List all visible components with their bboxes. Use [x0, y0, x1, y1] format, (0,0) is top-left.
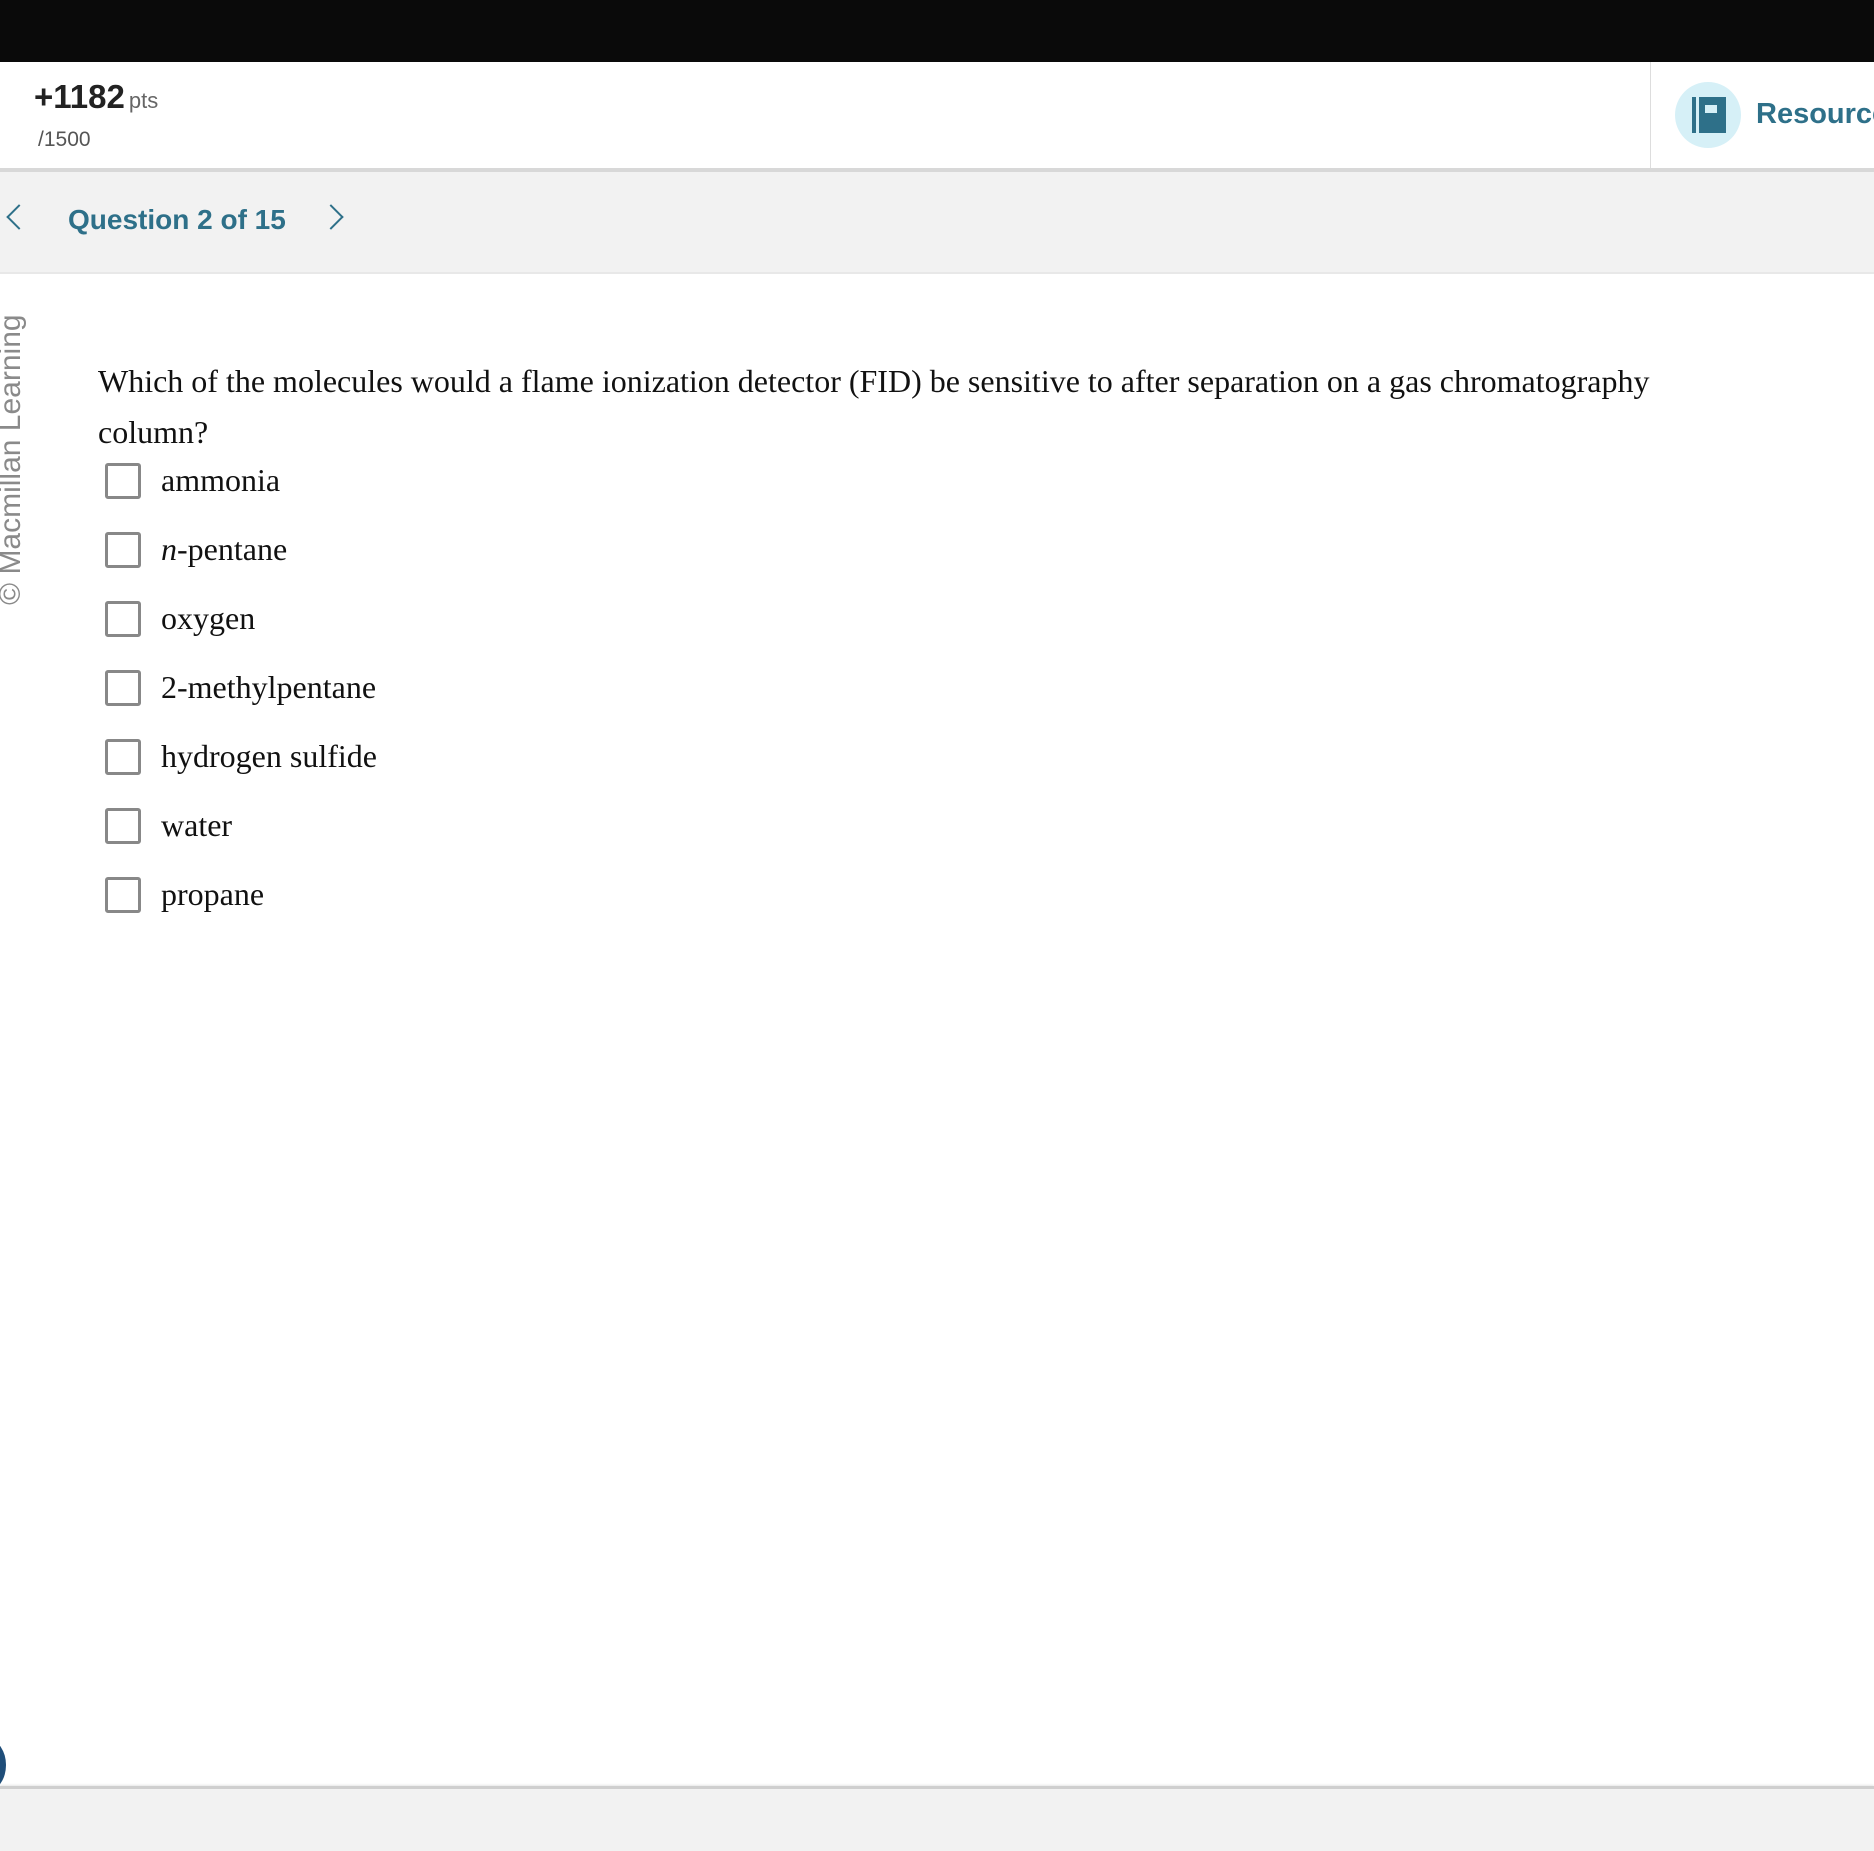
score-total: /1500: [38, 128, 91, 151]
checkbox[interactable]: [105, 462, 141, 499]
footer-bar: [0, 1786, 1874, 1851]
choice-hydrogen-sulfide[interactable]: hydrogen sulfide: [105, 722, 377, 791]
checkbox[interactable]: [105, 600, 141, 637]
score-value: +1182: [34, 78, 125, 115]
chevron-right-icon[interactable]: [318, 204, 344, 230]
choice-label: 2-methylpentane: [161, 669, 377, 705]
choice-label: oxygen: [161, 600, 256, 636]
choice-n-pentane[interactable]: n-pentane: [105, 515, 377, 584]
choice-label: water: [161, 807, 233, 843]
checkbox[interactable]: [105, 807, 141, 844]
checkbox[interactable]: [105, 738, 141, 775]
score-unit: pts: [128, 88, 159, 113]
checkbox[interactable]: [105, 531, 141, 568]
resources-button[interactable]: Resources: [1756, 98, 1874, 131]
resources-book-icon[interactable]: [1675, 82, 1741, 148]
choice-propane[interactable]: propane: [105, 860, 377, 929]
choice-water[interactable]: water: [105, 791, 377, 860]
question-text: Which of the molecules would a flame ion…: [98, 363, 1650, 450]
question-nav: Question 2 of 15: [0, 172, 1874, 274]
chevron-left-icon[interactable]: [6, 204, 32, 230]
choice-label: propane: [161, 876, 265, 912]
checkbox[interactable]: [105, 876, 141, 913]
question-counter[interactable]: Question 2 of 15: [68, 204, 286, 236]
score: +1182 pts: [34, 78, 158, 116]
choice-2-methylpentane[interactable]: 2-methylpentane: [105, 653, 377, 722]
answer-choices: ammonia n-pentane oxygen 2-methylpentane…: [105, 462, 377, 929]
choice-label: n-pentane: [161, 531, 287, 568]
choice-oxygen[interactable]: oxygen: [105, 584, 377, 653]
header-divider: [1650, 62, 1651, 168]
checkbox[interactable]: [105, 669, 141, 706]
choice-ammonia[interactable]: ammonia: [105, 446, 377, 515]
italic-prefix: n: [161, 531, 177, 567]
choice-label-rest: -pentane: [177, 531, 288, 567]
choice-label: hydrogen sulfide: [161, 738, 377, 774]
help-button[interactable]: [0, 1740, 6, 1790]
header: +1182pts /1500 Resources: [0, 62, 1874, 172]
choice-label: ammonia: [161, 462, 281, 498]
copyright-watermark: © Macmillan Learning: [0, 314, 27, 605]
top-bar: [0, 0, 1874, 62]
